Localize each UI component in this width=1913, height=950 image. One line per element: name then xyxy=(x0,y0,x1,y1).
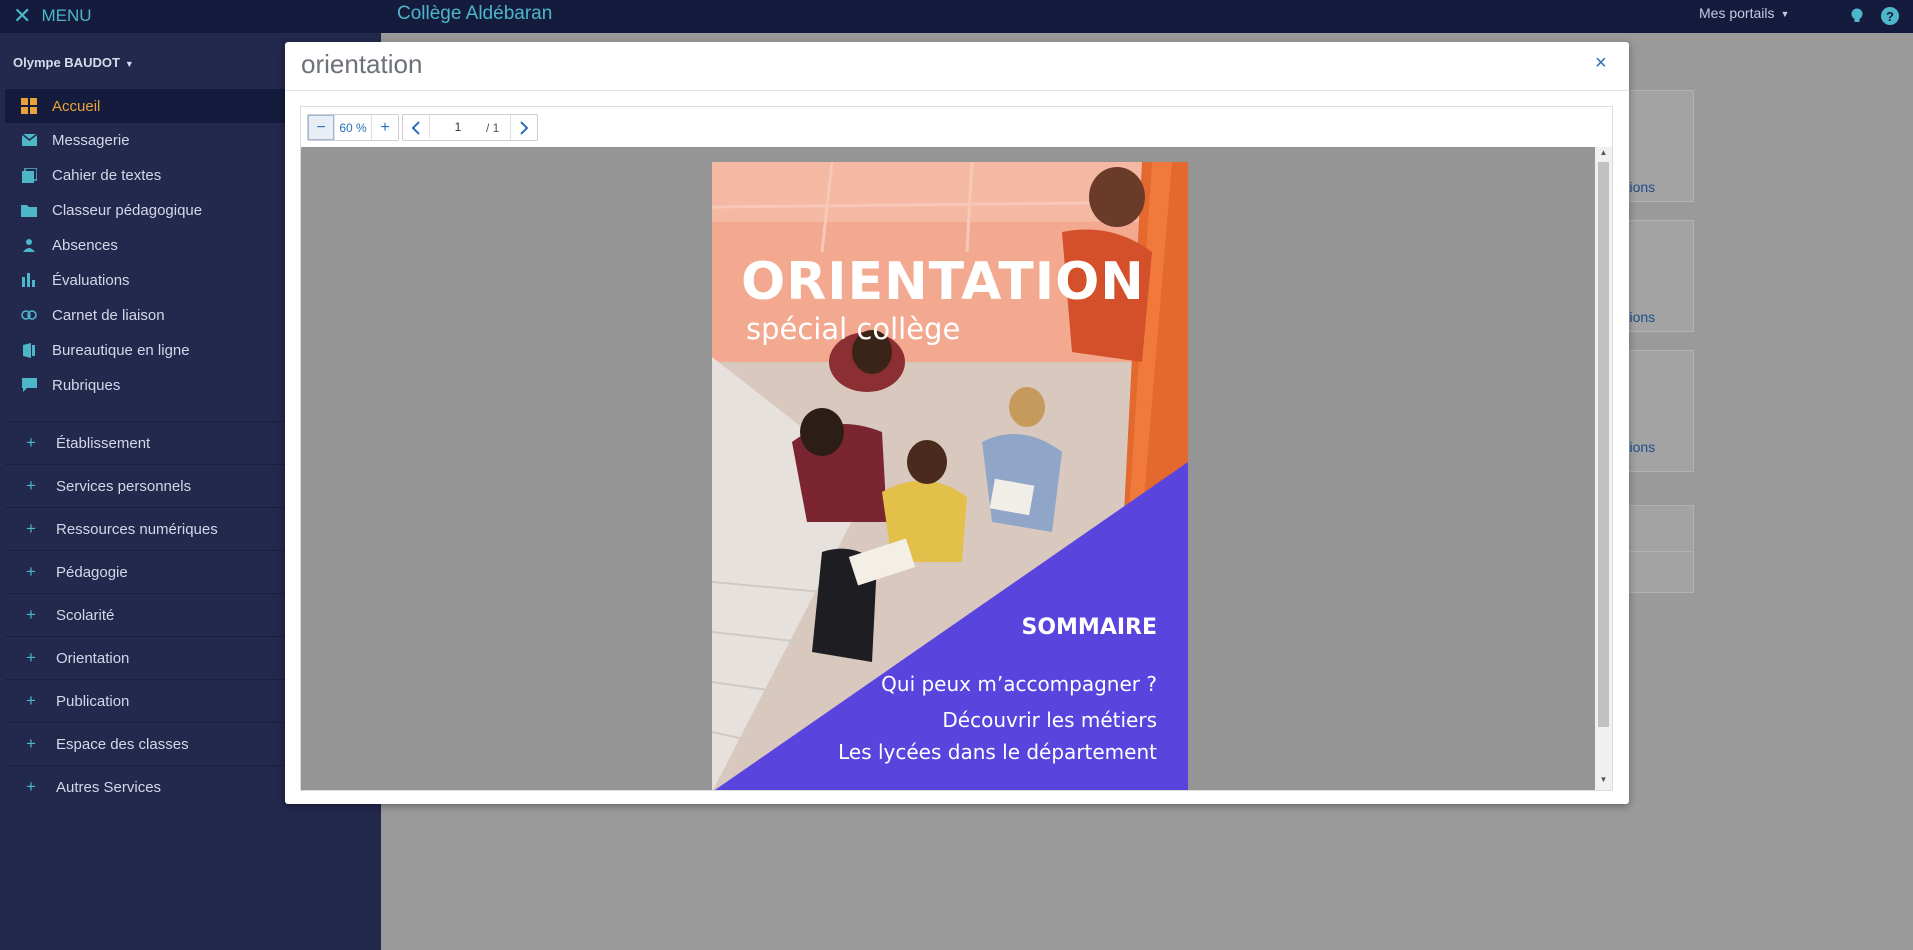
menu-toggle-button[interactable]: ✕ MENU xyxy=(13,4,92,28)
modal-title: orientation xyxy=(301,49,423,79)
pdf-page: ORIENTATION spécial collège SOMMAIRE Qui… xyxy=(712,162,1188,790)
plus-icon: + xyxy=(26,734,36,753)
page-number-input[interactable] xyxy=(429,115,486,138)
sidebar-item-label: Classeur pédagogique xyxy=(52,201,203,219)
bar-chart-icon xyxy=(20,271,38,289)
portals-label: Mes portails xyxy=(1699,5,1775,21)
person-icon xyxy=(20,236,38,254)
sidebar-item-label: Accueil xyxy=(52,97,101,115)
zoom-in-button[interactable]: + xyxy=(372,115,398,140)
user-menu[interactable]: Olympe BAUDOT ▼ xyxy=(13,55,134,70)
sidebar-item-label: Bureautique en ligne xyxy=(52,341,190,359)
plus-icon: + xyxy=(26,691,36,710)
document-area[interactable]: ORIENTATION spécial collège SOMMAIRE Qui… xyxy=(301,147,1595,790)
comment-icon xyxy=(20,376,38,394)
chevron-down-icon: ▼ xyxy=(124,59,134,69)
envelope-icon xyxy=(20,131,38,149)
menu-label: MENU xyxy=(41,6,92,25)
lightbulb-icon[interactable] xyxy=(1847,6,1867,26)
sidebar-section-label: Services personnels xyxy=(56,477,192,495)
toc-heading: SOMMAIRE xyxy=(1021,615,1157,640)
plus-icon: + xyxy=(26,777,36,796)
folder-icon xyxy=(20,201,38,219)
document-subtitle: spécial collège xyxy=(746,312,961,346)
user-name: Olympe BAUDOT xyxy=(13,55,120,70)
help-icon[interactable]: ? xyxy=(1880,6,1900,26)
dashboard-icon xyxy=(20,97,38,115)
chevron-right-icon xyxy=(520,120,529,135)
page-total: / 1 xyxy=(486,115,511,140)
office-icon xyxy=(20,341,38,359)
sidebar-item-label: Carnet de liaison xyxy=(52,306,165,324)
divider xyxy=(285,90,1629,91)
zoom-level: 60 % xyxy=(334,115,372,140)
zoom-out-button[interactable]: − xyxy=(308,115,334,140)
next-page-button[interactable] xyxy=(511,115,537,140)
close-icon[interactable]: × xyxy=(1595,52,1607,75)
sidebar-item-label: Messagerie xyxy=(52,131,130,149)
plus-icon: + xyxy=(26,562,36,581)
sidebar-section-label: Espace des classes xyxy=(56,735,189,753)
previous-page-button[interactable] xyxy=(403,115,429,140)
sidebar-section-label: Orientation xyxy=(56,649,130,667)
site-name[interactable]: Collège Aldébaran xyxy=(397,3,552,25)
scroll-down-arrow-icon[interactable]: ▼ xyxy=(1595,775,1612,789)
scroll-up-arrow-icon[interactable]: ▲ xyxy=(1595,148,1612,162)
zoom-controls: − 60 % + xyxy=(307,114,399,141)
toc-item: Qui peux m’accompagner ? xyxy=(881,672,1157,696)
sidebar-section-label: Établissement xyxy=(56,434,151,452)
scrollbar-thumb[interactable] xyxy=(1598,162,1609,727)
close-icon: ✕ xyxy=(13,3,32,28)
sidebar-section-label: Ressources numériques xyxy=(56,520,218,538)
viewer-toolbar: − 60 % + / 1 xyxy=(301,107,1612,147)
toc-item: Les lycées dans le département xyxy=(838,740,1157,764)
plus-icon: + xyxy=(26,605,36,624)
sidebar-section-label: Autres Services xyxy=(56,778,162,796)
caret-down-icon: ▼ xyxy=(1780,9,1790,20)
sidebar-section-label: Scolarité xyxy=(56,606,115,624)
top-bar: ✕ MENU Collège Aldébaran Mes portails ▼ ? xyxy=(0,0,1913,33)
sidebar-item-label: Évaluations xyxy=(52,271,130,289)
sidebar-section-label: Pédagogie xyxy=(56,563,128,581)
sidebar-item-label: Rubriques xyxy=(52,376,121,394)
plus-icon: + xyxy=(26,476,36,495)
plus-icon: + xyxy=(26,519,36,538)
sidebar-section-label: Publication xyxy=(56,692,130,710)
link-icon xyxy=(20,306,38,324)
vertical-scrollbar[interactable]: ▲ ▼ xyxy=(1595,147,1612,790)
portals-dropdown[interactable]: Mes portails ▼ xyxy=(1699,5,1789,21)
pdf-viewer: − 60 % + / 1 xyxy=(300,106,1613,791)
toc-item: Découvrir les métiers xyxy=(942,708,1157,732)
notebook-icon xyxy=(20,166,38,184)
document-viewer-modal: orientation × − 60 % + / 1 xyxy=(285,42,1629,804)
document-title: ORIENTATION xyxy=(741,252,1145,312)
sidebar-item-label: Absences xyxy=(52,236,118,254)
chevron-left-icon xyxy=(411,120,420,135)
plus-icon: + xyxy=(26,648,36,667)
page-controls: / 1 xyxy=(402,114,538,141)
sidebar-item-label: Cahier de textes xyxy=(52,166,162,184)
svg-text:?: ? xyxy=(1886,9,1894,24)
plus-icon: + xyxy=(26,433,36,452)
